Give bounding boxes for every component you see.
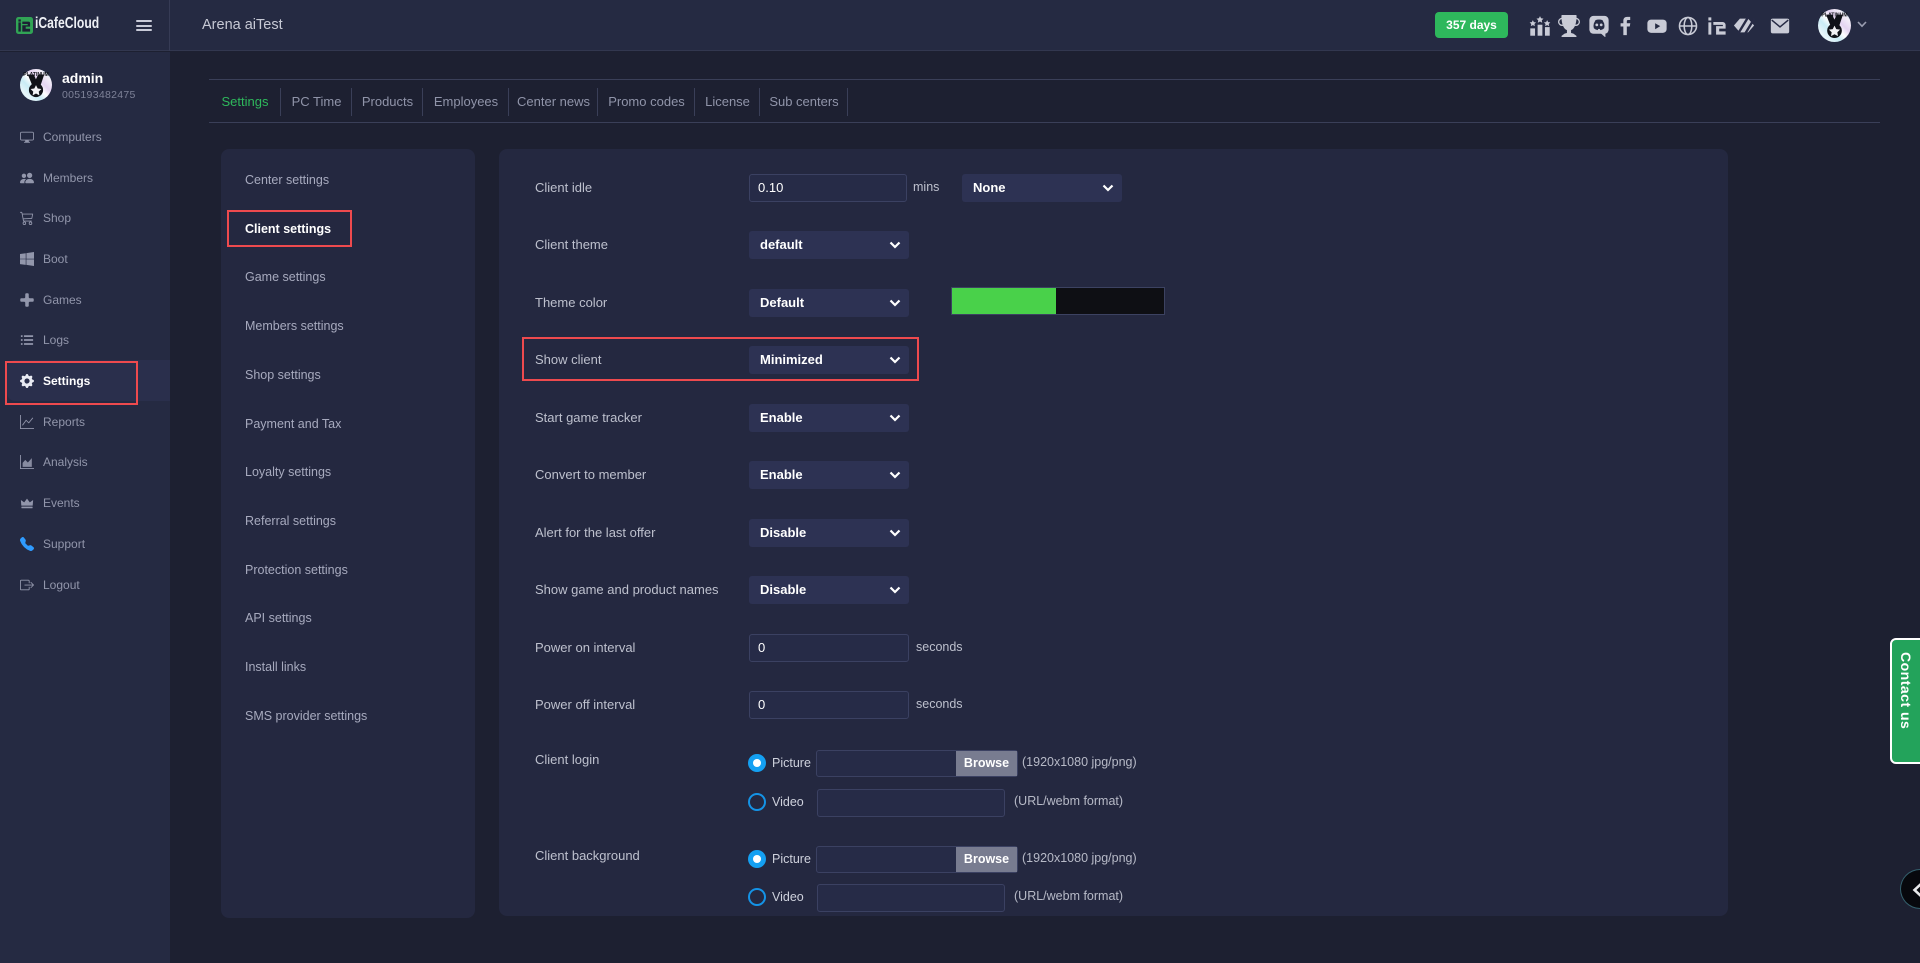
svg-text:PLATINUM: PLATINUM: [23, 72, 48, 78]
svg-text:PLATINUM: PLATINUM: [1821, 12, 1847, 18]
